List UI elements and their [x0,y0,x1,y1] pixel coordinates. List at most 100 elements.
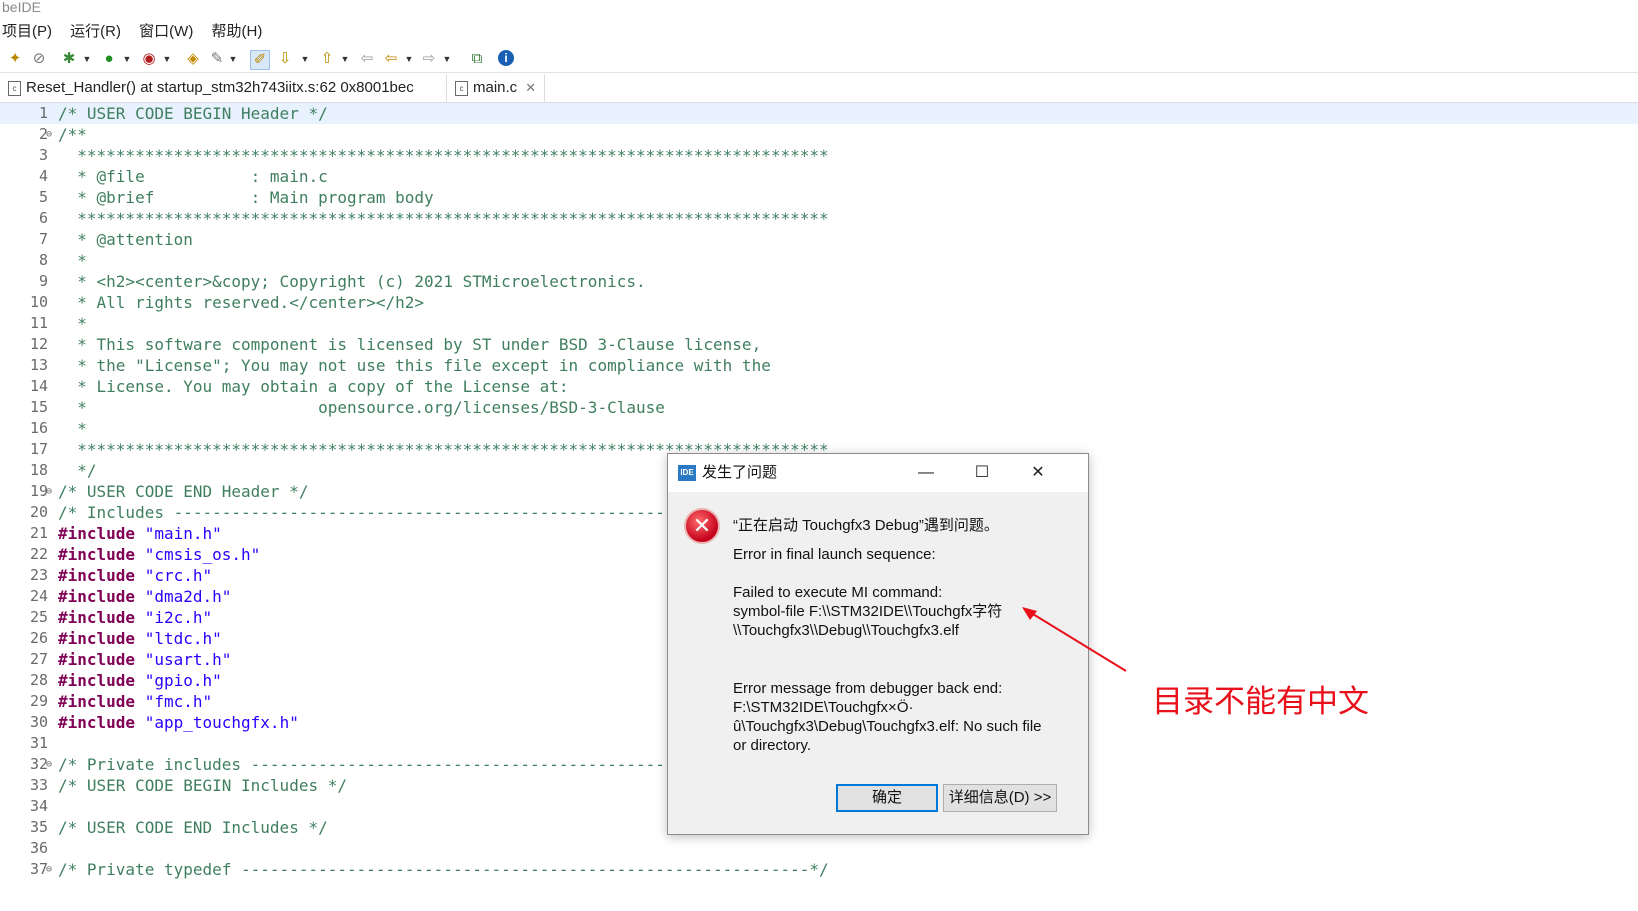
code-keyword: #include [58,629,136,648]
back-icon[interactable]: ⇦ [382,50,400,68]
code-text: * @file : main.c [58,166,328,187]
code-line[interactable]: 10 * All rights reserved.</center></h2> [0,292,1638,313]
line-number: 32 [29,755,48,773]
dropdown-icon[interactable]: ▼ [300,50,310,68]
code-comment [135,566,145,585]
run-icon[interactable]: ● [100,50,118,68]
line-number: 35 [29,818,48,836]
menu-project[interactable]: 项目(P) [2,20,52,44]
last-edit-icon[interactable]: ⇦ [358,50,376,68]
menu-help[interactable]: 帮助(H) [212,20,263,44]
code-line[interactable]: 5 * @brief : Main program body [0,187,1638,208]
code-line[interactable]: 6 **************************************… [0,208,1638,229]
code-keyword: #include [58,566,136,585]
external-tools-icon[interactable]: ◉ [140,50,158,68]
minimize-button[interactable]: — [904,454,948,492]
forward-icon[interactable]: ⇨ [420,50,438,68]
dropdown-icon[interactable]: ▼ [122,50,132,68]
menu-run[interactable]: 运行(R) [70,20,121,44]
code-line[interactable]: 2 ⊖ /** [0,124,1638,145]
close-icon[interactable]: ✕ [525,80,536,95]
line-number: 1 [38,104,48,122]
build-icon[interactable]: ✎ [208,50,226,68]
dialog-message-line: or directory. [733,737,812,754]
mark-occurrences-icon[interactable]: ✐ [250,50,270,70]
prev-annotation-icon[interactable]: ⇧ [318,50,336,68]
fold-toggle-icon[interactable]: ⊖ [46,859,52,880]
code-text: #include "main.h" [58,523,222,544]
code-text: #include "cmsis_os.h" [58,544,260,565]
code-line[interactable]: 37 ⊖ /* Private typedef ------------------… [0,859,1638,880]
info-icon[interactable]: i [498,50,514,66]
debug-icon[interactable]: ✱ [60,50,78,68]
tab-reset-handler[interactable]: c Reset_Handler() at startup_stm32h743iit… [8,74,414,102]
dropdown-icon[interactable]: ▼ [340,50,350,68]
code-comment: /* Private typedef ---------------------… [58,860,829,879]
dropdown-icon[interactable]: ▼ [442,50,452,68]
code-comment [135,629,145,648]
dropdown-icon[interactable]: ▼ [228,50,238,68]
dialog-message-line: \\Touchgfx3\\Debug\\Touchgfx3.elf [733,622,959,639]
fold-toggle-icon[interactable]: ⊖ [46,124,52,145]
line-number: 13 [29,356,48,374]
code-string: "dma2d.h" [144,587,232,606]
code-text: /* USER CODE END Includes */ [58,817,328,838]
fold-toggle-icon[interactable]: ⊖ [46,481,52,502]
skip-breakpoints-icon[interactable]: ⊘ [30,50,48,68]
code-text: #include "ltdc.h" [58,628,222,649]
code-line[interactable]: 4 * @file : main.c [0,166,1638,187]
code-line[interactable]: 13 * the "License"; You may not use this… [0,355,1638,376]
annotation-arrow [1022,607,1127,672]
code-comment [135,671,145,690]
code-comment: /* USER CODE END Includes */ [58,818,328,837]
fold-toggle-icon[interactable]: ⊖ [46,754,52,775]
code-line[interactable]: 7 * @attention [0,229,1638,250]
code-text: #include "dma2d.h" [58,586,231,607]
open-perspective-icon[interactable]: ⧉ [468,50,486,68]
code-line[interactable]: 12 * This software component is licensed… [0,334,1638,355]
code-line[interactable]: 9 * <h2><center>&copy; Copyright (c) 202… [0,271,1638,292]
code-comment [135,692,145,711]
line-number: 26 [29,629,48,647]
close-button[interactable]: ✕ [1016,454,1060,492]
code-text: * @brief : Main program body [58,187,433,208]
dropdown-icon[interactable]: ▼ [162,50,172,68]
code-comment: * License. You may obtain a copy of the … [58,377,569,396]
line-number: 17 [29,440,48,458]
dialog-message-line: Error message from debugger back end: [733,680,1003,697]
code-line[interactable]: 1 /* USER CODE BEGIN Header */ [0,103,1638,124]
code-line[interactable]: 8 * [0,250,1638,271]
code-line[interactable]: 15 * opensource.org/licenses/BSD-3-Claus… [0,397,1638,418]
line-number: 24 [29,587,48,605]
details-button[interactable]: 详细信息(D) >> [943,784,1057,812]
next-annotation-icon[interactable]: ⇩ [276,50,294,68]
open-type-icon[interactable]: ◈ [184,50,202,68]
code-keyword: #include [58,671,136,690]
line-number: 18 [29,461,48,479]
code-keyword: #include [58,713,136,732]
maximize-button[interactable]: ☐ [960,454,1004,492]
code-comment: * [58,251,87,270]
code-text: * [58,313,87,334]
line-number: 27 [29,650,48,668]
code-line[interactable]: 36 [0,838,1638,859]
line-number: 14 [29,377,48,395]
ok-button[interactable]: 确定 [836,784,938,812]
code-line[interactable]: 16 * [0,418,1638,439]
tab-main-c[interactable]: c main.c ✕ [446,74,546,102]
code-string: "gpio.h" [144,671,222,690]
code-line[interactable]: 11 * [0,313,1638,334]
editor-tabs: c Reset_Handler() at startup_stm32h743iit… [0,74,1638,103]
code-comment: * @file : main.c [58,167,328,186]
line-number: 36 [29,839,48,857]
dropdown-icon[interactable]: ▼ [82,50,92,68]
code-text: ****************************************… [58,145,828,166]
code-line[interactable]: 14 * License. You may obtain a copy of t… [0,376,1638,397]
dropdown-icon[interactable]: ▼ [404,50,414,68]
line-number: 28 [29,671,48,689]
code-keyword: #include [58,587,136,606]
code-text: #include "usart.h" [58,649,231,670]
menu-window[interactable]: 窗口(W) [139,20,193,44]
debug-config-icon[interactable]: ✦ [6,50,24,68]
code-line[interactable]: 3 **************************************… [0,145,1638,166]
